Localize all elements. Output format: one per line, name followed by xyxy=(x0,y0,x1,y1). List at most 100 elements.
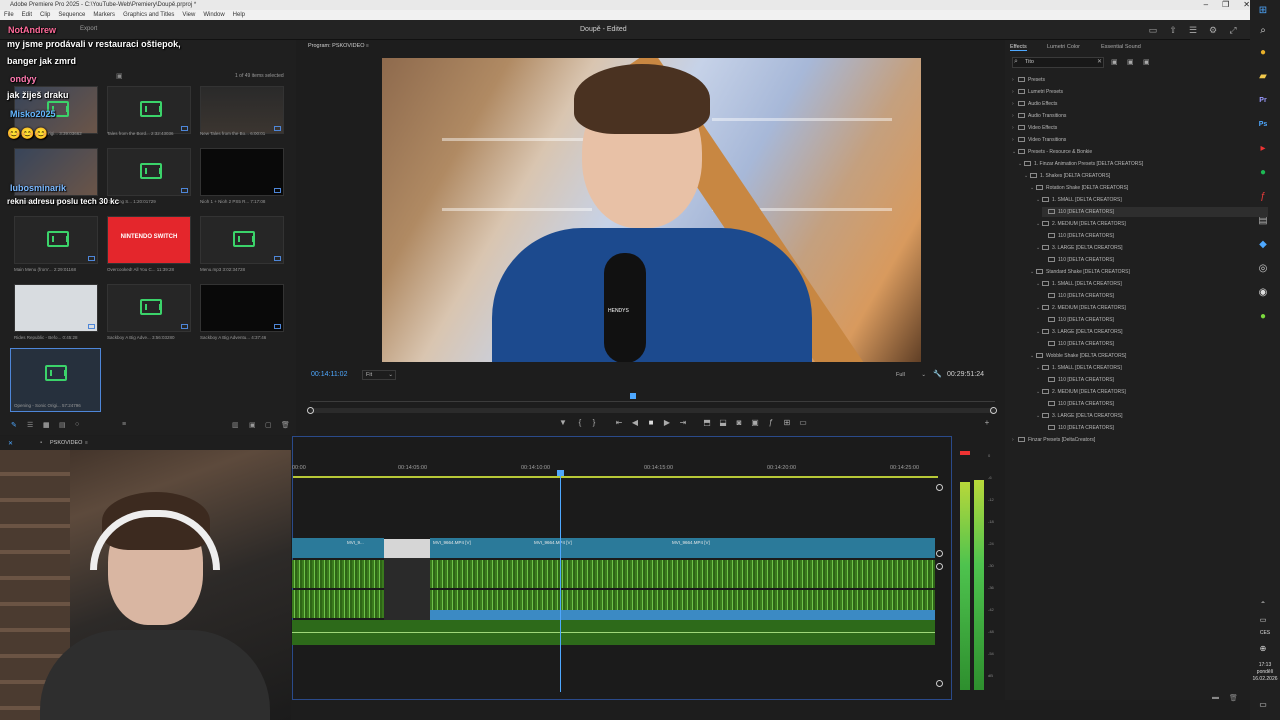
network-icon[interactable]: ▭ xyxy=(1256,614,1270,628)
menu-file[interactable]: File xyxy=(4,10,14,20)
program-time-ruler[interactable] xyxy=(310,392,995,402)
project-tile[interactable] xyxy=(107,86,191,134)
stop-icon[interactable]: ■ xyxy=(646,418,656,428)
effects-tree-item[interactable]: 110 [DELTA CREATORS] xyxy=(1042,423,1114,433)
effects-tree-item[interactable]: ⌄ 1. SMALL [DELTA CREATORS] xyxy=(1036,363,1122,373)
effects-tree-item[interactable]: ⌄ 1. SMALL [DELTA CREATORS] xyxy=(1036,279,1122,289)
effects-tree-item[interactable]: 110 [DELTA CREATORS] xyxy=(1042,315,1114,325)
volume-line[interactable] xyxy=(292,632,935,633)
audio-clip[interactable] xyxy=(292,590,384,618)
video-clip[interactable]: MVI_9664.MP4 [V] xyxy=(669,538,935,558)
zoom-slider-icon[interactable]: ○ xyxy=(75,421,79,428)
tab-essential-sound[interactable]: Essential Sound xyxy=(1101,44,1141,50)
effects-tree-item[interactable]: 110 [DELTA CREATORS] xyxy=(1042,399,1114,409)
share-icon[interactable]: ⇧ xyxy=(1168,25,1178,35)
video-clip[interactable] xyxy=(292,538,344,558)
chrome-icon[interactable]: ● xyxy=(1256,46,1270,60)
input-language[interactable]: CES xyxy=(1250,630,1280,636)
accelerated-effects-icon[interactable]: ▣ xyxy=(1111,58,1118,66)
tab-lumetri-color[interactable]: Lumetri Color xyxy=(1047,44,1080,50)
multicam-icon[interactable]: ⊞ xyxy=(782,418,792,428)
menu-window[interactable]: Window xyxy=(203,10,224,20)
effects-tree-item[interactable]: 110 [DELTA CREATORS] xyxy=(1042,255,1114,265)
scroll-handle-left[interactable] xyxy=(307,407,314,414)
timeline-gap[interactable] xyxy=(384,558,430,620)
list-view-icon[interactable]: ☰ xyxy=(27,421,33,429)
effects-tree-item[interactable]: ⌄ Standard Shake [DELTA CREATORS] xyxy=(1030,267,1130,277)
project-tile[interactable] xyxy=(200,148,284,196)
panel-menu-icon[interactable]: ≡ xyxy=(366,43,369,49)
menu-edit[interactable]: Edit xyxy=(22,10,32,20)
project-tile[interactable]: NINTENDO SWITCH xyxy=(107,216,191,264)
write-icon[interactable]: ✎ xyxy=(11,421,17,429)
step-forward-icon[interactable]: ▶ xyxy=(662,418,672,428)
project-tile[interactable] xyxy=(14,284,98,332)
notifications-icon[interactable]: ▭ xyxy=(1256,698,1270,712)
scroll-handle[interactable] xyxy=(936,484,943,491)
zoom-level-select[interactable]: Fit ⌄ xyxy=(362,370,396,380)
go-to-out-icon[interactable]: ⇥ xyxy=(678,418,688,428)
layout-icon[interactable]: ▬ xyxy=(1212,694,1219,701)
effects-tree-item[interactable]: › Lumetri Presets xyxy=(1012,87,1063,97)
project-tile[interactable] xyxy=(200,284,284,332)
effects-tree-item[interactable]: 110 [DELTA CREATORS] xyxy=(1042,291,1114,301)
project-tile[interactable] xyxy=(107,148,191,196)
32bit-effects-icon[interactable]: ▣ xyxy=(1127,58,1134,66)
workspace-icon[interactable]: ▭ xyxy=(1148,25,1158,35)
button-editor-icon[interactable]: + xyxy=(982,418,992,428)
effects-tree-item[interactable]: ⌄ Rotation Shake [DELTA CREATORS] xyxy=(1030,183,1128,193)
yuv-effects-icon[interactable]: ▣ xyxy=(1143,58,1150,66)
video-clip[interactable]: MVI_9664.MP4 [V] xyxy=(430,538,531,558)
mark-in-icon[interactable]: { xyxy=(575,418,585,428)
minimize-icon[interactable]: – xyxy=(1204,0,1208,10)
freeform-view-icon[interactable]: ▤ xyxy=(59,421,66,429)
video-clip[interactable]: MVI_9... xyxy=(344,538,384,558)
scroll-handle-right[interactable] xyxy=(990,407,997,414)
menu-help[interactable]: Help xyxy=(233,10,245,20)
effects-tree-item[interactable]: ⌄ 2. MEDIUM [DELTA CREATORS] xyxy=(1036,219,1126,229)
icon-view-icon[interactable]: ▦ xyxy=(43,421,50,429)
effects-tree-item[interactable]: › Video Effects xyxy=(1012,123,1057,133)
find-icon[interactable]: ▣ xyxy=(249,421,256,429)
globe-icon[interactable]: ⊕ xyxy=(1256,642,1270,656)
spotify-icon[interactable]: ● xyxy=(1256,166,1270,180)
project-tile[interactable] xyxy=(107,284,191,332)
maximize-icon[interactable]: ❐ xyxy=(1222,0,1229,10)
effects-tree-item[interactable]: ⌄ 3. LARGE [DELTA CREATORS] xyxy=(1036,243,1122,253)
close-icon[interactable]: ✕ xyxy=(1243,0,1250,10)
program-playhead[interactable] xyxy=(630,393,636,399)
playback-resolution-select[interactable]: Full ⌄ xyxy=(896,370,926,380)
vr-icon[interactable]: ▭ xyxy=(798,418,808,428)
app-icon[interactable]: ◉ xyxy=(1256,286,1270,300)
effects-tree-item[interactable]: 110 [DELTA CREATORS] xyxy=(1042,207,1268,217)
step-back-icon[interactable]: ◀ xyxy=(630,418,640,428)
app-icon[interactable]: ▸ xyxy=(1256,142,1270,156)
extract-icon[interactable]: ⬓ xyxy=(718,418,728,428)
effects-tree-item[interactable]: › Audio Transitions xyxy=(1012,111,1066,121)
wrench-icon[interactable]: 🔧 xyxy=(933,370,942,378)
effects-tree-item[interactable]: ⌄ 2. MEDIUM [DELTA CREATORS] xyxy=(1036,387,1126,397)
scroll-handle[interactable] xyxy=(936,680,943,687)
feedback-icon[interactable]: ⚙ xyxy=(1208,25,1218,35)
export-frame-icon[interactable]: ◙ xyxy=(734,418,744,428)
effects-tree-item[interactable]: ⌄ 2. MEDIUM [DELTA CREATORS] xyxy=(1036,303,1126,313)
program-video-frame[interactable]: HENDYS xyxy=(382,58,921,362)
effects-toggle-icon[interactable]: ƒ xyxy=(766,418,776,428)
chevron-up-icon[interactable]: ˆ xyxy=(1256,600,1270,614)
app-icon[interactable]: ● xyxy=(1256,310,1270,324)
photoshop-icon[interactable]: Ps xyxy=(1256,118,1270,132)
project-tile[interactable] xyxy=(14,216,98,264)
app-icon[interactable]: ◎ xyxy=(1256,262,1270,276)
program-zoom-scrollbar[interactable] xyxy=(310,408,995,413)
program-monitor-tab[interactable]: Program: PSKOVIDEO xyxy=(308,43,365,49)
effects-tree-item[interactable]: 110 [DELTA CREATORS] xyxy=(1042,375,1114,385)
settings-icon[interactable]: ☰ xyxy=(1188,25,1198,35)
panel-menu-icon[interactable]: ≡ xyxy=(85,440,88,446)
scroll-handle[interactable] xyxy=(936,550,943,557)
comparison-view-icon[interactable]: ▣ xyxy=(750,418,760,428)
playhead-timecode[interactable]: 00:14:11:02 xyxy=(311,371,347,378)
app-icon[interactable]: ƒ xyxy=(1256,190,1270,204)
effects-tree-item[interactable]: 110 [DELTA CREATORS] xyxy=(1042,231,1114,241)
effects-tree-item[interactable]: ⌄ 1. SMALL [DELTA CREATORS] xyxy=(1036,195,1122,205)
video-clip[interactable]: MVI_9664.MP4 [V] xyxy=(531,538,669,558)
